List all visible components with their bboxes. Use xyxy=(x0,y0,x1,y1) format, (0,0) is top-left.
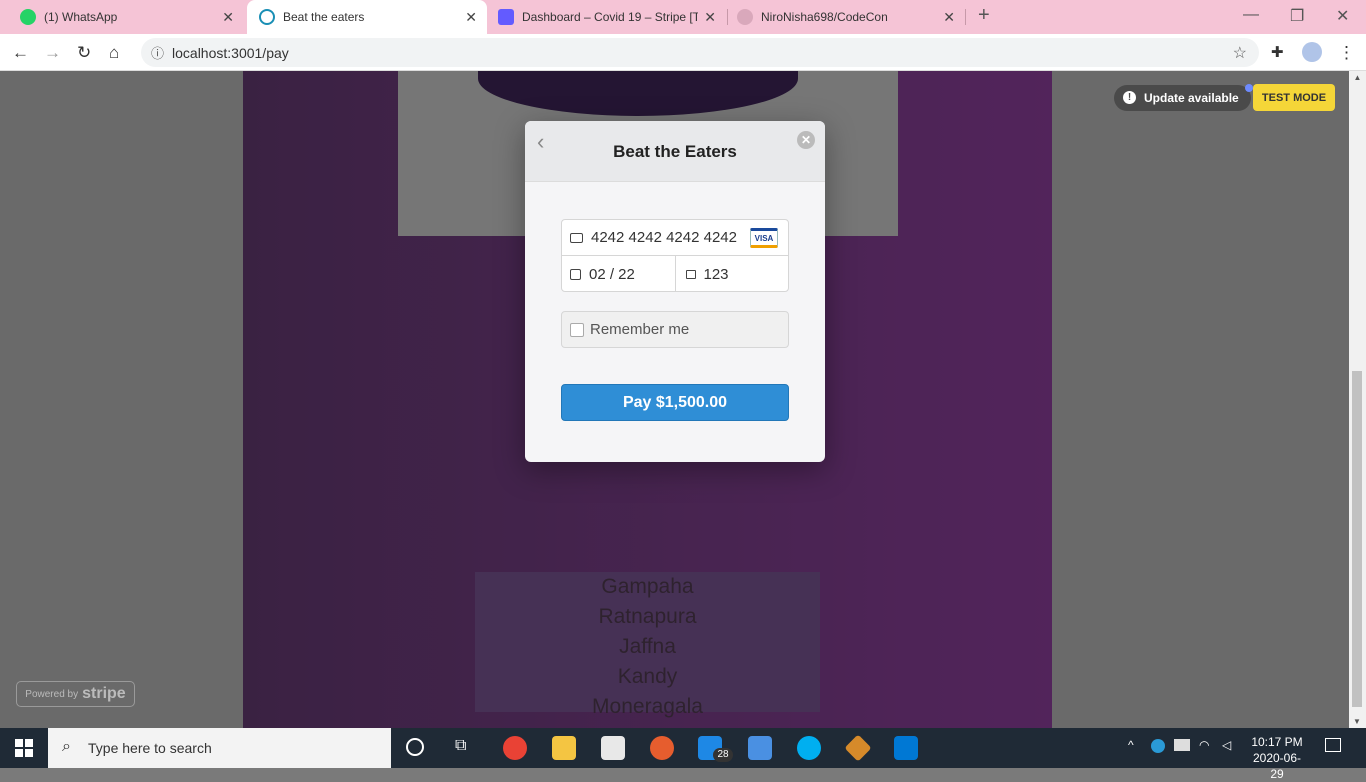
tray-app-icon[interactable] xyxy=(1151,739,1165,753)
mail-badge: 28 xyxy=(713,748,733,762)
taskbar: ⌕ Type here to search ⧉ 28 ^ ◠ ◁ 10:17 P… xyxy=(0,728,1366,781)
info-icon: ⓘ xyxy=(151,46,165,61)
test-mode-badge: TEST MODE xyxy=(1253,84,1335,111)
powered-by-stripe-link[interactable]: Powered by stripe xyxy=(16,681,135,707)
scrollbar-thumb[interactable] xyxy=(1352,371,1362,707)
volume-icon[interactable]: ◁ xyxy=(1222,738,1231,752)
tab-title: (1) WhatsApp xyxy=(44,10,118,24)
lock-icon xyxy=(685,269,696,279)
bookmark-star-icon[interactable]: ☆ xyxy=(1233,43,1247,63)
tab-title: NiroNisha698/CodeCon xyxy=(761,10,888,24)
visa-icon: VISA xyxy=(750,228,778,248)
card-fields: 4242 4242 4242 4242 VISA 02 / 22 123 xyxy=(561,219,789,292)
back-icon[interactable]: ← xyxy=(12,43,29,63)
calendar-icon xyxy=(570,268,581,280)
new-tab-button[interactable]: + xyxy=(978,4,990,27)
github-icon xyxy=(737,9,753,25)
tab-bar: (1) WhatsApp ✕ Beat the eaters ✕ Dashboa… xyxy=(0,0,1366,34)
stripe-checkout-modal: ‹ Beat the Eaters ✕ 4242 4242 4242 4242 … xyxy=(525,121,825,462)
menu-icon[interactable]: ⋮ xyxy=(1338,43,1355,63)
tab-beat-the-eaters[interactable]: Beat the eaters ✕ xyxy=(247,0,487,34)
tab-title: Dashboard – Covid 19 – Stripe [Te xyxy=(522,10,698,24)
media-app-icon[interactable] xyxy=(650,736,674,760)
search-icon: ⌕ xyxy=(62,738,71,755)
scroll-up-icon[interactable]: ▲ xyxy=(1349,73,1366,82)
vscode-icon[interactable] xyxy=(894,736,918,760)
clock-date: 2020-06-29 xyxy=(1252,751,1302,781)
home-icon[interactable]: ⌂ xyxy=(109,43,119,63)
close-tab-icon[interactable]: ✕ xyxy=(465,9,477,26)
git-icon[interactable] xyxy=(844,734,872,762)
alert-icon: ! xyxy=(1123,91,1136,104)
remember-me-option[interactable]: Remember me xyxy=(561,311,789,348)
skype-icon[interactable] xyxy=(797,736,821,760)
powered-by-text: Powered by xyxy=(25,688,79,700)
close-tab-icon[interactable]: ✕ xyxy=(943,9,955,26)
cortana-icon[interactable] xyxy=(406,738,424,756)
file-explorer-icon[interactable] xyxy=(552,736,576,760)
clock[interactable]: 10:17 PM 2020-06-29 xyxy=(1250,734,1304,782)
tab-whatsapp[interactable]: (1) WhatsApp ✕ xyxy=(12,0,244,34)
tab-stripe-dashboard[interactable]: Dashboard – Covid 19 – Stripe [Te ✕ xyxy=(490,0,726,34)
expiry-value: 02 / 22 xyxy=(589,265,635,283)
show-hidden-icons-chevron[interactable]: ^ xyxy=(1128,738,1134,752)
task-view-icon[interactable]: ⧉ xyxy=(455,737,466,755)
wifi-icon[interactable]: ◠ xyxy=(1199,738,1209,752)
modal-title: Beat the Eaters xyxy=(613,142,737,161)
remember-me-checkbox[interactable] xyxy=(570,322,584,337)
scrollbar[interactable]: ▲ ▼ xyxy=(1349,71,1366,728)
tab-title: Beat the eaters xyxy=(283,10,365,24)
modal-header: ‹ Beat the Eaters ✕ xyxy=(525,121,825,182)
store-icon[interactable] xyxy=(601,736,625,760)
restore-icon[interactable]: ❐ xyxy=(1290,6,1304,26)
tab-github[interactable]: NiroNisha698/CodeCon ✕ xyxy=(729,0,965,34)
address-bar: ← → ↻ ⌂ ⓘ localhost:3001/pay ☆ ✚ ⋮ xyxy=(0,34,1366,71)
whatsapp-icon xyxy=(20,9,36,25)
stripe-wordmark: stripe xyxy=(82,685,126,702)
profile-avatar[interactable] xyxy=(1302,42,1322,62)
clock-time: 10:17 PM xyxy=(1251,735,1303,749)
card-number-field[interactable]: 4242 4242 4242 4242 VISA xyxy=(562,220,788,256)
cvc-value: 123 xyxy=(703,265,729,283)
pay-button[interactable]: Pay $1,500.00 xyxy=(561,384,789,421)
close-window-icon[interactable]: ✕ xyxy=(1336,6,1349,26)
card-number-value: 4242 4242 4242 4242 xyxy=(591,229,737,246)
close-tab-icon[interactable]: ✕ xyxy=(704,9,716,26)
taskbar-search[interactable]: ⌕ Type here to search xyxy=(48,728,391,768)
expiry-field[interactable]: 02 / 22 xyxy=(562,256,675,292)
search-placeholder: Type here to search xyxy=(88,740,212,756)
update-label: Update available xyxy=(1144,91,1239,105)
minimize-icon[interactable]: — xyxy=(1243,6,1259,24)
windows-start-icon[interactable] xyxy=(15,739,33,757)
reload-icon[interactable]: ↻ xyxy=(77,43,91,63)
omnibox[interactable]: ⓘ localhost:3001/pay ☆ xyxy=(141,38,1259,67)
remember-me-label: Remember me xyxy=(590,321,690,338)
chrome-icon[interactable] xyxy=(503,736,527,760)
stripe-icon xyxy=(498,9,514,25)
notification-dot xyxy=(1244,84,1253,92)
app-window-icon[interactable] xyxy=(748,736,772,760)
react-icon xyxy=(259,9,275,25)
forward-icon[interactable]: → xyxy=(44,43,61,63)
credit-card-icon xyxy=(570,232,583,243)
extensions-icon[interactable]: ✚ xyxy=(1271,43,1284,61)
notifications-icon[interactable] xyxy=(1325,738,1341,752)
close-tab-icon[interactable]: ✕ xyxy=(222,9,234,26)
scroll-down-icon[interactable]: ▼ xyxy=(1353,717,1361,726)
close-icon[interactable]: ✕ xyxy=(797,131,815,149)
cvc-field[interactable]: 123 xyxy=(674,256,789,292)
battery-icon[interactable] xyxy=(1174,739,1190,751)
update-available-badge[interactable]: ! Update available xyxy=(1114,84,1253,111)
url-text: localhost:3001/pay xyxy=(172,44,289,61)
